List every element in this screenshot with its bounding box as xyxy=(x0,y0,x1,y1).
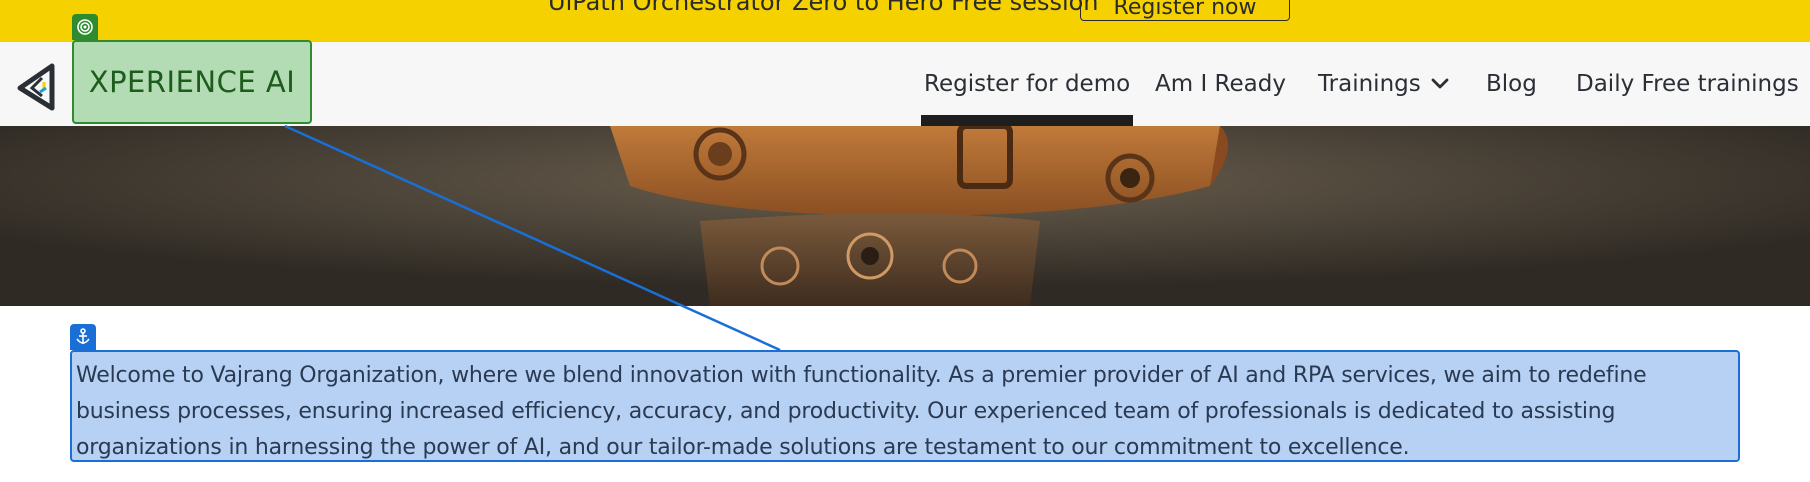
nav-trainings[interactable]: Trainings xyxy=(1318,42,1449,126)
register-now-button[interactable]: Register now xyxy=(1080,0,1290,21)
target-icon xyxy=(72,14,98,40)
nav-label: Register for demo xyxy=(924,71,1131,97)
nav-blog[interactable]: Blog xyxy=(1486,42,1537,126)
announcement-text: UiPath Orchestrator Zero to Hero Free se… xyxy=(548,0,1099,16)
chevron-down-icon xyxy=(1431,78,1449,89)
robot-head-image xyxy=(0,126,1810,306)
intro-paragraph: Welcome to Vajrang Organization, where w… xyxy=(70,350,1740,462)
nav-daily-free-trainings[interactable]: Daily Free trainings xyxy=(1576,42,1799,126)
nav-label: Trainings xyxy=(1318,71,1421,97)
announcement-bar: UiPath Orchestrator Zero to Hero Free se… xyxy=(0,0,1810,42)
anchor-icon xyxy=(70,324,96,350)
main-nav: Register for demo Am I Ready Trainings B… xyxy=(0,42,1810,126)
nav-label: Daily Free trainings xyxy=(1576,71,1799,97)
nav-label: Blog xyxy=(1486,71,1537,97)
nav-am-i-ready[interactable]: Am I Ready xyxy=(1155,42,1286,126)
nav-label: Am I Ready xyxy=(1155,71,1286,97)
nav-register-for-demo[interactable]: Register for demo xyxy=(920,42,1134,126)
